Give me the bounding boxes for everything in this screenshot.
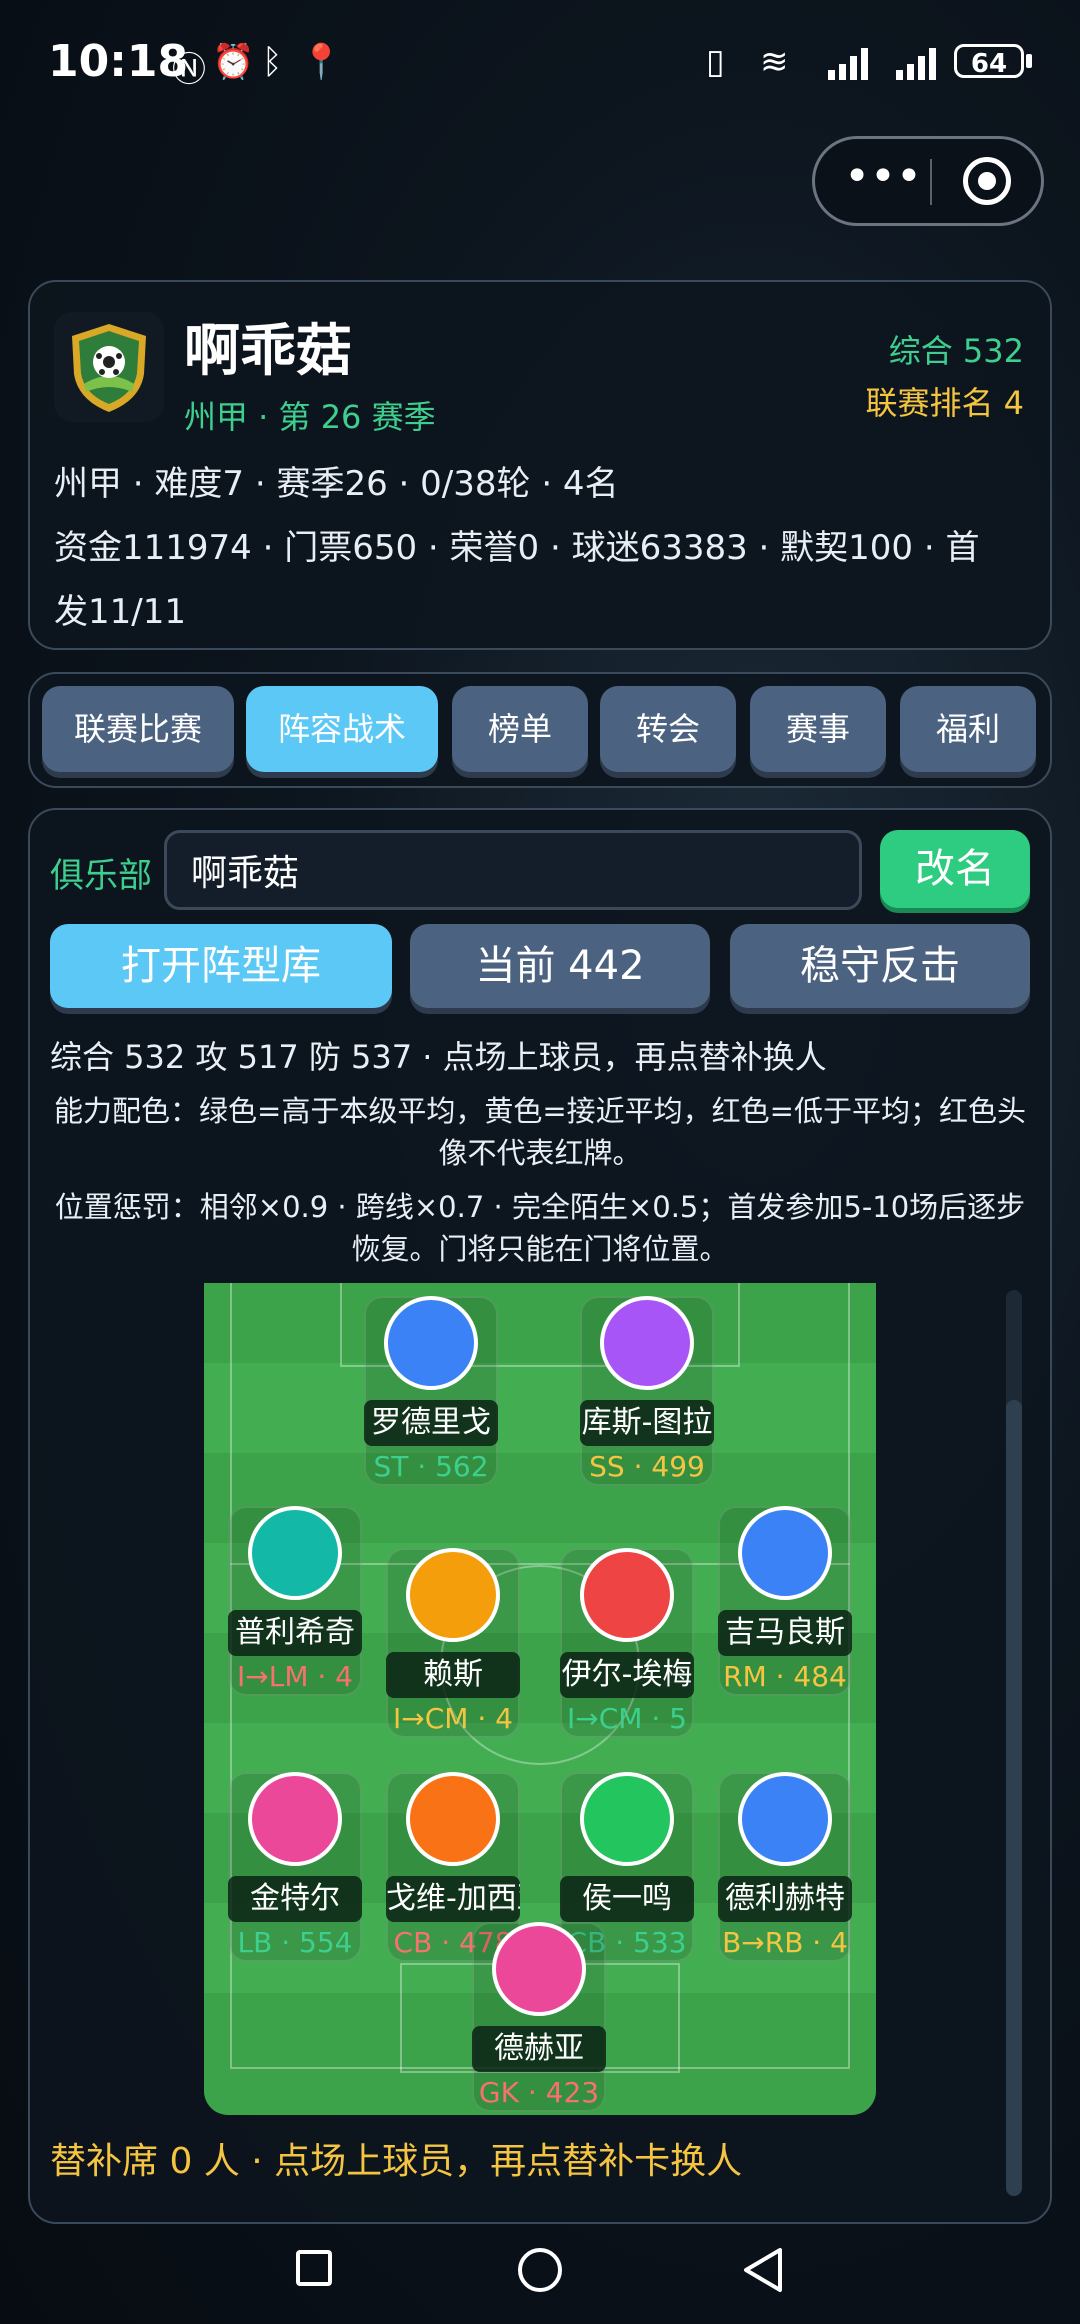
overall-rating: 综合 532 xyxy=(888,332,1024,370)
wifi-icon: ≋ xyxy=(760,42,789,82)
player-card[interactable]: 罗德里戈 ST · 562 xyxy=(364,1296,498,1486)
color-legend-note: 能力配色：绿色=高于本级平均，黄色=接近平均，红色=低于平均；红色头像不代表红牌… xyxy=(54,1094,1026,1170)
player-name: 金特尔 xyxy=(228,1876,362,1922)
league-rank: 联赛排名 4 xyxy=(865,384,1024,422)
player-card[interactable]: 金特尔 LB · 554 xyxy=(228,1772,362,1962)
recent-apps-icon[interactable] xyxy=(296,2250,332,2286)
player-avatar xyxy=(580,1772,674,1866)
vibrate-icon: ▯ xyxy=(706,42,725,82)
bench-line: 替补席 0 人 · 点场上球员，再点替补卡换人 xyxy=(50,2141,743,2182)
player-name: 侯一鸣 xyxy=(560,1876,694,1922)
tactic-button[interactable]: 稳守反击 xyxy=(730,924,1030,1008)
nfc-icon: Ⓝ xyxy=(172,50,206,90)
player-card[interactable]: 库斯-图拉 SS · 499 xyxy=(580,1296,714,1486)
position-penalty-note: 位置惩罚：相邻×0.9 · 跨线×0.7 · 完全陌生×0.5；首发参加5-10… xyxy=(54,1190,1026,1266)
player-name: 赖斯 xyxy=(386,1652,520,1698)
player-card[interactable]: 吉马良斯 RM · 484 xyxy=(718,1506,852,1696)
signal-icon-1 xyxy=(828,48,868,80)
player-name: 罗德里戈 xyxy=(364,1400,498,1446)
player-position-rating: B→RB · 4 xyxy=(722,1926,848,1959)
player-position-rating: SS · 499 xyxy=(589,1450,705,1483)
player-position-rating: I→CM · 4 xyxy=(393,1702,513,1735)
signal-icon-2 xyxy=(896,48,936,80)
player-avatar xyxy=(248,1506,342,1600)
status-time: 10:18 xyxy=(48,36,189,87)
player-avatar xyxy=(580,1548,674,1642)
club-subtitle: 州甲 · 第 26 赛季 xyxy=(184,398,436,436)
player-avatar xyxy=(384,1296,478,1390)
player-avatar xyxy=(738,1772,832,1866)
scrollbar-thumb[interactable] xyxy=(1006,1400,1022,2196)
player-card[interactable]: 伊尔-埃梅 I→CM · 5 xyxy=(560,1548,694,1738)
club-info-line-1: 州甲 · 难度7 · 赛季26 · 0/38轮 · 4名 xyxy=(54,464,619,504)
player-name: 伊尔-埃梅 xyxy=(560,1652,694,1698)
player-avatar xyxy=(406,1772,500,1866)
tab-lineup-tactics[interactable]: 阵容战术 xyxy=(246,686,438,772)
location-icon: 📍 xyxy=(300,42,343,82)
formation-library-button[interactable]: 打开阵型库 xyxy=(50,924,392,1008)
player-name: 德利赫特 xyxy=(718,1876,852,1922)
player-position-rating: I→CM · 5 xyxy=(567,1702,687,1735)
player-card[interactable]: 赖斯 I→CM · 4 xyxy=(386,1548,520,1738)
player-card[interactable]: 德赫亚 GK · 423 xyxy=(472,1922,606,2112)
club-name-input[interactable] xyxy=(164,830,862,910)
battery-tip xyxy=(1026,54,1032,68)
tab-events[interactable]: 赛事 xyxy=(750,686,886,772)
player-avatar xyxy=(406,1548,500,1642)
home-icon[interactable] xyxy=(518,2248,562,2292)
more-icon[interactable]: ••• xyxy=(843,155,923,207)
tab-league-match[interactable]: 联赛比赛 xyxy=(42,686,234,772)
back-icon[interactable] xyxy=(740,2246,786,2294)
bluetooth-icon: ᛒ xyxy=(262,42,283,82)
player-avatar xyxy=(600,1296,694,1390)
player-position-rating: RM · 484 xyxy=(723,1660,847,1693)
club-info-line-3: 发11/11 xyxy=(54,592,186,632)
alarm-icon: ⏰ xyxy=(212,42,255,82)
club-info-line-2: 资金111974 · 门票650 · 荣誉0 · 球迷63383 · 默契100… xyxy=(54,528,980,568)
player-card[interactable]: 德利赫特 B→RB · 4 xyxy=(718,1772,852,1962)
player-position-rating: LB · 554 xyxy=(237,1926,353,1959)
shield-icon xyxy=(72,324,146,412)
player-position-rating: ST · 562 xyxy=(373,1450,489,1483)
player-name: 普利希奇 xyxy=(228,1610,362,1656)
rename-button[interactable]: 改名 xyxy=(880,830,1030,908)
player-card[interactable]: 普利希奇 I→LM · 4 xyxy=(228,1506,362,1696)
player-position-rating: GK · 423 xyxy=(478,2076,600,2109)
player-avatar xyxy=(492,1922,586,2016)
tab-rankings[interactable]: 榜单 xyxy=(452,686,588,772)
tab-transfer[interactable]: 转会 xyxy=(600,686,736,772)
capsule-menu: ••• xyxy=(812,136,1044,226)
club-name: 啊乖菇 xyxy=(184,319,352,384)
player-avatar xyxy=(248,1772,342,1866)
player-position-rating: I→LM · 4 xyxy=(237,1660,353,1693)
battery-icon: 64 xyxy=(954,44,1024,79)
player-avatar xyxy=(738,1506,832,1600)
player-name: 德赫亚 xyxy=(472,2026,606,2072)
player-name: 吉马良斯 xyxy=(718,1610,852,1656)
close-target-icon[interactable] xyxy=(963,157,1011,205)
player-name: 戈维-加西亚 xyxy=(386,1876,520,1922)
club-logo xyxy=(54,312,164,422)
tab-benefits[interactable]: 福利 xyxy=(900,686,1036,772)
current-formation-button[interactable]: 当前 442 xyxy=(410,924,710,1008)
team-stats-line: 综合 532 攻 517 防 537 · 点场上球员，再点替补换人 xyxy=(50,1038,827,1076)
club-label: 俱乐部 xyxy=(50,856,152,896)
player-name: 库斯-图拉 xyxy=(580,1400,714,1446)
capsule-divider xyxy=(930,159,932,205)
